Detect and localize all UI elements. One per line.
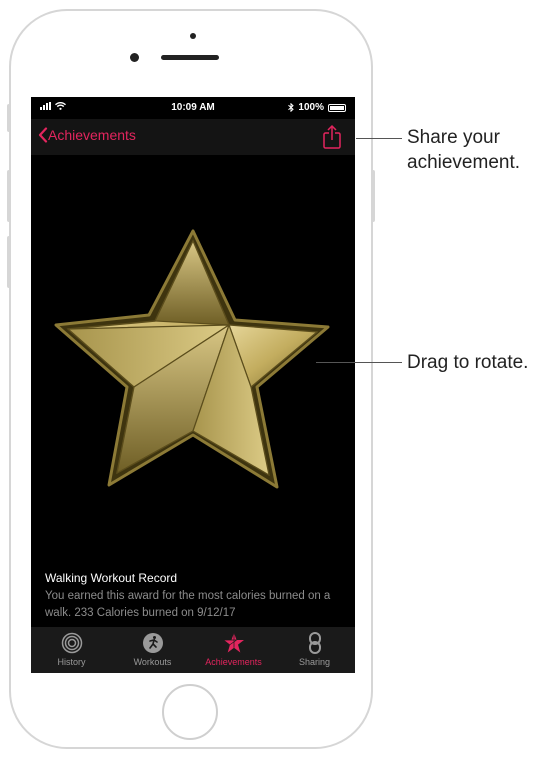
rotate-callout-line <box>316 362 402 363</box>
history-rings-icon <box>61 632 82 654</box>
tab-history-label: History <box>57 657 86 667</box>
rotate-callout-text: Drag to rotate. <box>407 352 529 373</box>
share-callout-line1: Share your <box>407 127 500 148</box>
workout-runner-icon <box>142 633 163 653</box>
power-button <box>371 170 375 222</box>
home-button[interactable] <box>162 684 218 740</box>
back-button[interactable]: Achievements <box>38 127 136 143</box>
earpiece-speaker <box>161 55 219 60</box>
volume-down-button <box>7 236 11 288</box>
tab-workouts-label: Workouts <box>133 657 172 667</box>
tab-history[interactable]: History <box>31 627 112 673</box>
mute-switch <box>7 104 11 132</box>
back-button-label: Achievements <box>48 127 136 143</box>
chevron-left-icon <box>38 127 48 143</box>
front-camera <box>130 53 139 62</box>
tab-achievements-label: Achievements <box>205 657 262 667</box>
volume-up-button <box>7 170 11 222</box>
gold-star-award-icon <box>54 229 330 489</box>
battery-icon <box>328 103 346 112</box>
status-bar: 10:09 AM 100% <box>31 97 355 119</box>
bluetooth-icon <box>288 103 295 112</box>
award-title: Walking Workout Record <box>45 571 178 585</box>
tab-achievements[interactable]: Achievements <box>193 627 274 673</box>
share-icon[interactable] <box>321 124 343 150</box>
award-badge-3d[interactable] <box>31 155 355 565</box>
tab-bar: History Workouts Achievements Sharing <box>31 627 355 673</box>
award-description: You earned this award for the most calor… <box>45 590 331 619</box>
status-right-group: 100% <box>288 102 346 113</box>
star-award-icon <box>223 633 244 653</box>
proximity-sensor <box>190 33 196 39</box>
share-callout-line <box>356 138 402 139</box>
sharing-link-icon <box>308 632 321 654</box>
navigation-bar: Achievements <box>31 119 355 155</box>
share-callout-line2: achievement. <box>407 152 521 173</box>
tab-sharing-label: Sharing <box>298 657 331 667</box>
share-callout-text: Share your achievement. <box>407 125 520 175</box>
tab-sharing[interactable]: Sharing <box>274 627 355 673</box>
tab-workouts[interactable]: Workouts <box>112 627 193 673</box>
battery-percent: 100% <box>298 102 324 113</box>
phone-screen: 10:09 AM 100% Achievements Walking Worko… <box>31 97 355 673</box>
